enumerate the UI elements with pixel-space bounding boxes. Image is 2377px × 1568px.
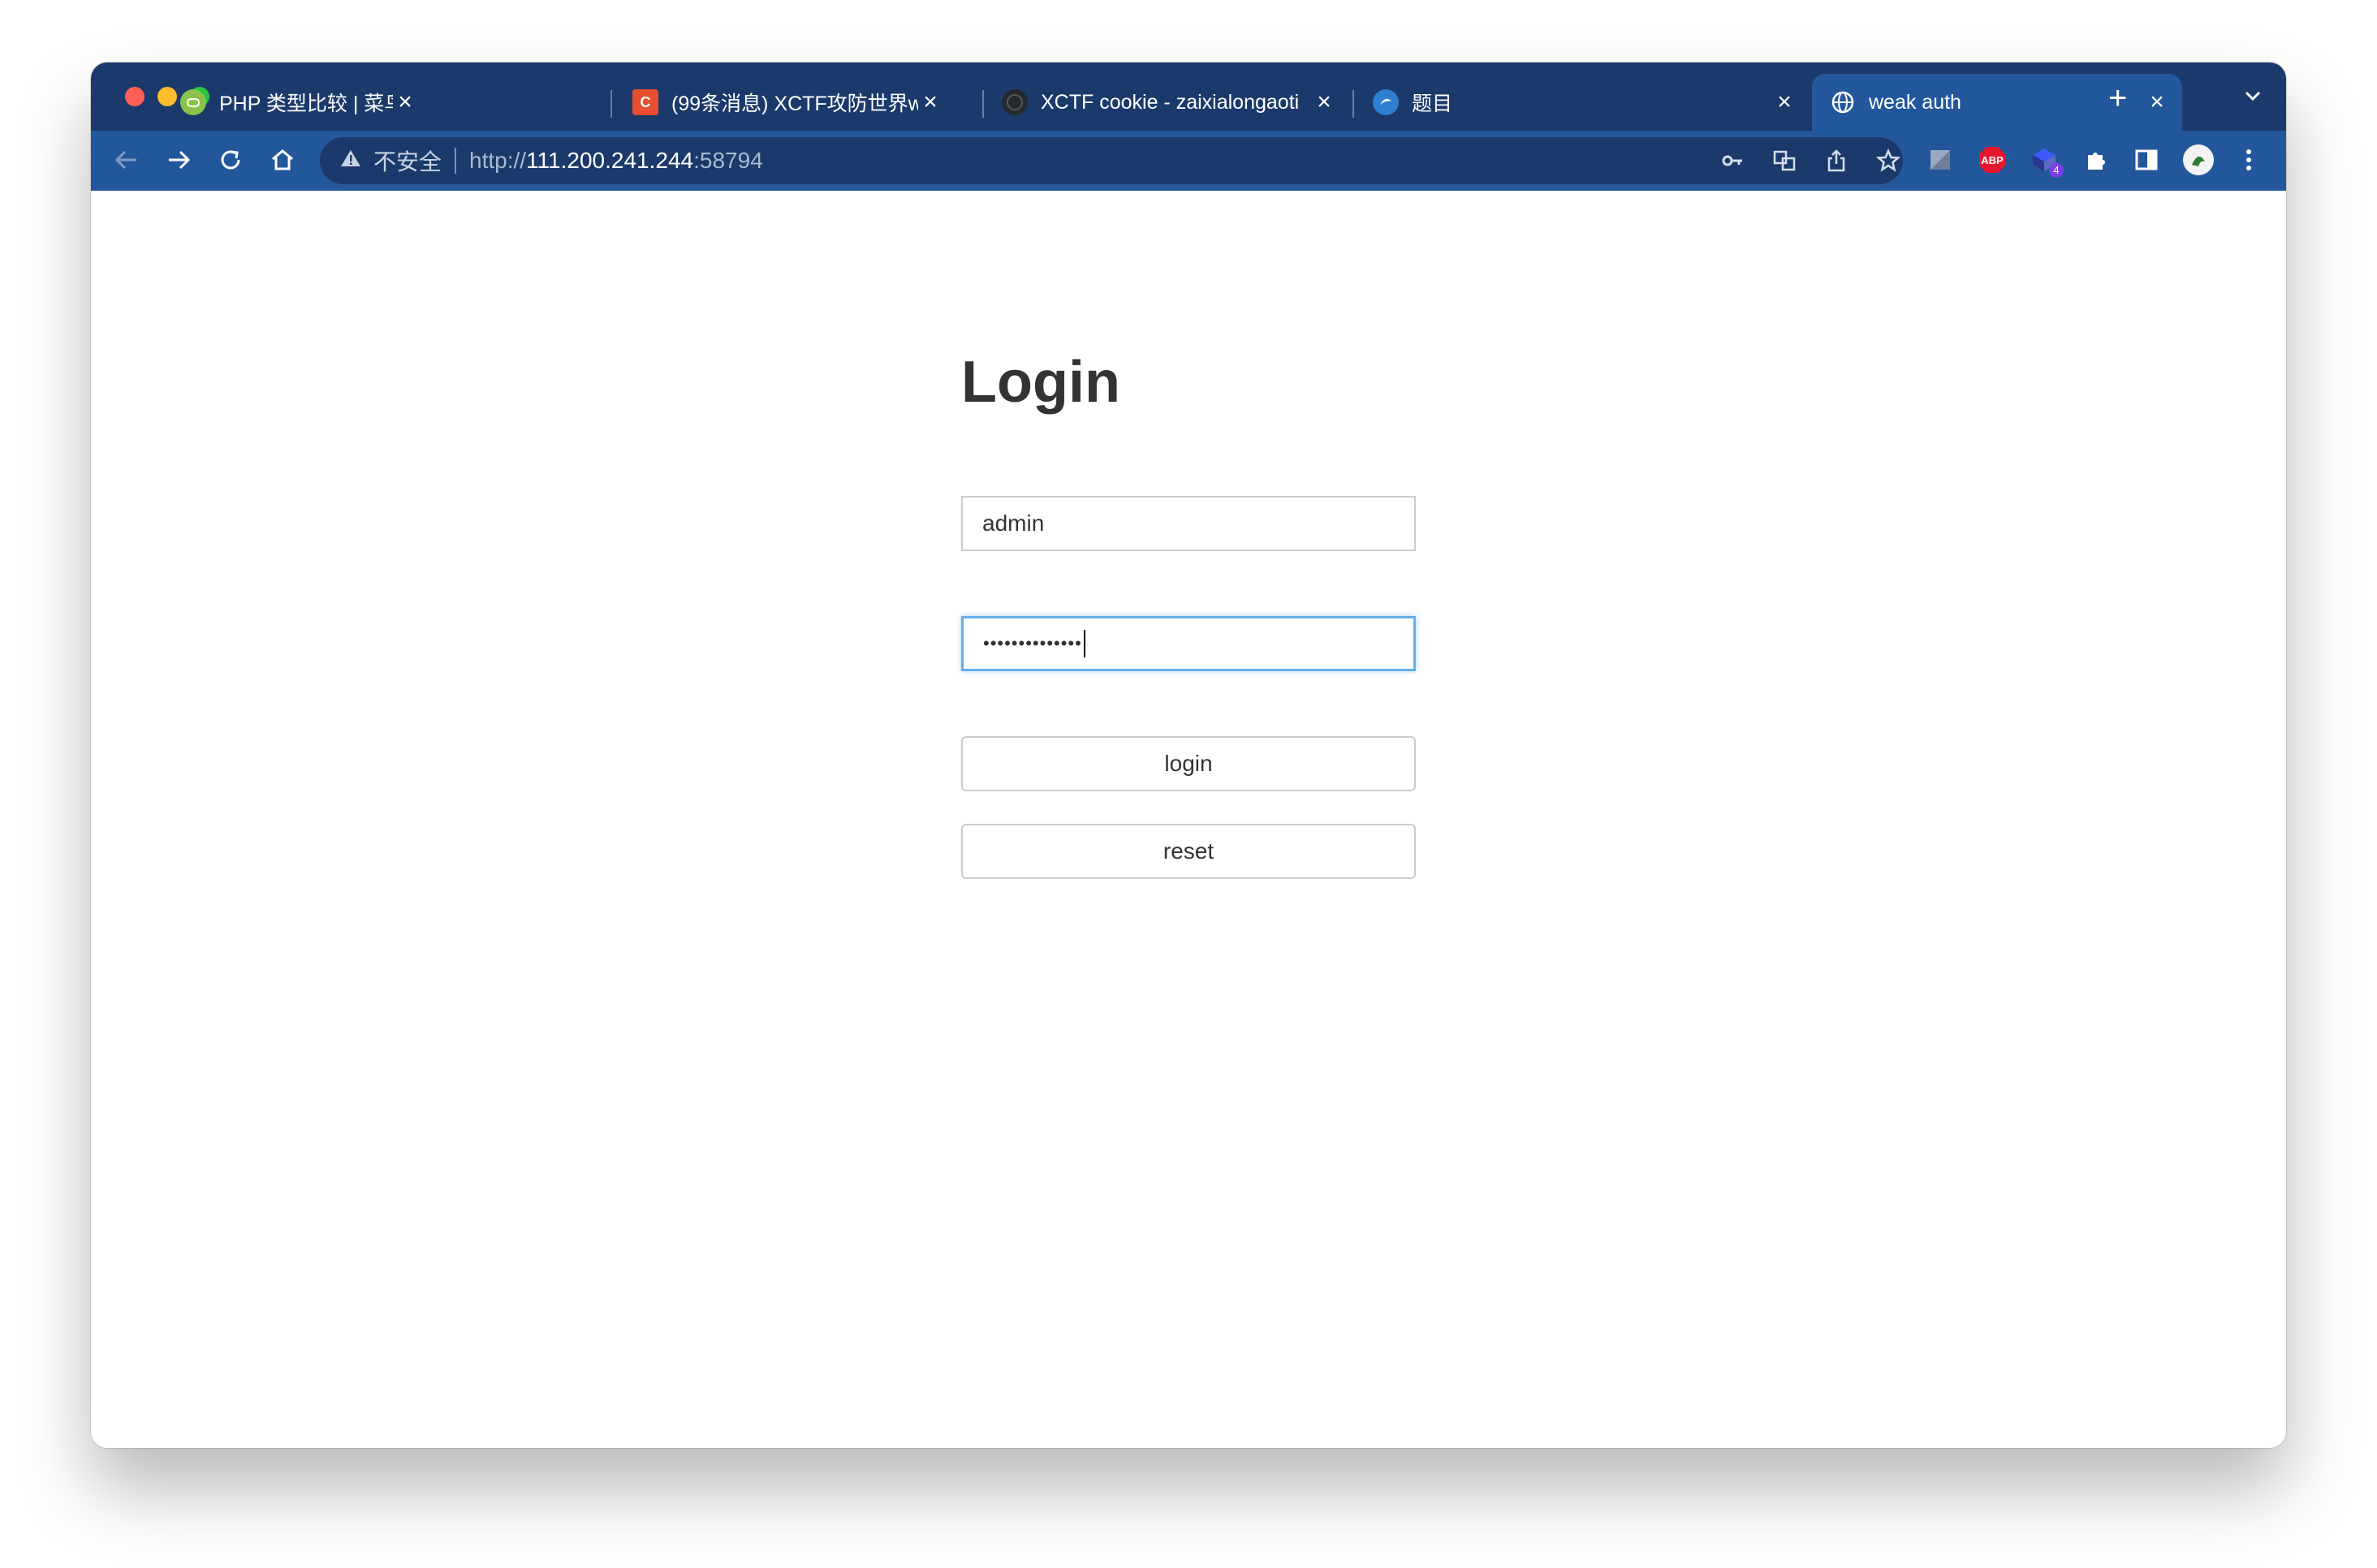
close-icon[interactable]: × bbox=[393, 88, 417, 116]
tab-divider bbox=[610, 90, 612, 118]
profile-avatar[interactable] bbox=[2181, 142, 2216, 178]
page-title: Login bbox=[961, 350, 1120, 415]
text-caret bbox=[1083, 630, 1085, 657]
browser-window: PHP 类型比较 | 菜鸟教程 × C (99条消息) XCTF攻防世界wel … bbox=[91, 62, 2286, 1448]
reload-icon[interactable] bbox=[213, 142, 248, 178]
key-icon[interactable] bbox=[1715, 137, 1750, 184]
extension-cube-icon[interactable]: 4 bbox=[2026, 142, 2064, 178]
tab-xctf[interactable]: 题目 × bbox=[1355, 74, 1810, 131]
tab-search-chevron-icon[interactable] bbox=[2242, 85, 2263, 112]
xctf-icon bbox=[1373, 89, 1399, 115]
page-content: Login admin •••••••••••••• login reset bbox=[91, 191, 2286, 1448]
tab-divider bbox=[1352, 90, 1354, 118]
forward-arrow-icon[interactable] bbox=[161, 142, 196, 178]
close-icon[interactable]: × bbox=[1312, 88, 1336, 116]
tab-runoob[interactable]: PHP 类型比较 | 菜鸟教程 × bbox=[162, 74, 430, 131]
tab-csdn[interactable]: C (99条消息) XCTF攻防世界wel × bbox=[615, 74, 956, 131]
close-window-button[interactable] bbox=[125, 87, 145, 106]
password-value: •••••••••••••• bbox=[983, 633, 1082, 653]
tab-title: PHP 类型比较 | 菜鸟教程 bbox=[219, 93, 393, 115]
url-port: :58794 bbox=[693, 148, 763, 173]
login-button[interactable]: login bbox=[961, 736, 1416, 791]
tab-github[interactable]: XCTF cookie - zaixialongaoti × bbox=[984, 74, 1349, 131]
globe-icon bbox=[1830, 89, 1856, 115]
github-icon bbox=[1002, 89, 1028, 115]
reset-button[interactable]: reset bbox=[961, 824, 1416, 879]
tab-title: XCTF cookie - zaixialongaoti bbox=[1041, 90, 1300, 114]
username-value: admin bbox=[982, 510, 1045, 536]
adblock-plus-icon[interactable]: ABP bbox=[1974, 142, 2010, 178]
abp-label: ABP bbox=[1981, 153, 2004, 166]
side-panel-icon[interactable] bbox=[2129, 142, 2164, 178]
home-icon[interactable] bbox=[265, 142, 300, 178]
share-icon[interactable] bbox=[1818, 137, 1854, 184]
username-input[interactable]: admin bbox=[961, 496, 1416, 551]
address-divider bbox=[455, 148, 457, 174]
security-label[interactable]: 不安全 bbox=[373, 144, 442, 177]
url-host: 111.200.241.244 bbox=[526, 148, 694, 173]
puzzle-extensions-icon[interactable] bbox=[2078, 142, 2114, 178]
url-scheme: http:// bbox=[469, 148, 527, 173]
password-input[interactable]: •••••••••••••• bbox=[961, 616, 1416, 671]
more-menu-icon[interactable] bbox=[2231, 142, 2267, 178]
extension-square-icon[interactable] bbox=[1922, 142, 1958, 178]
csdn-icon: C bbox=[632, 89, 658, 115]
browser-toolbar: 不安全 http:// 111.200.241.244 :58794 ABP 4 bbox=[91, 131, 2286, 191]
extension-badge: 4 bbox=[2049, 163, 2064, 178]
back-arrow-icon[interactable] bbox=[109, 142, 145, 178]
tab-strip: PHP 类型比较 | 菜鸟教程 × C (99条消息) XCTF攻防世界wel … bbox=[91, 62, 2286, 131]
bookmark-star-icon[interactable] bbox=[1870, 137, 1906, 184]
address-bar[interactable]: 不安全 http:// 111.200.241.244 :58794 bbox=[320, 137, 1903, 184]
tab-title: 题目 bbox=[1412, 93, 1453, 115]
close-icon[interactable]: × bbox=[918, 88, 943, 116]
close-icon[interactable]: × bbox=[1772, 88, 1797, 116]
close-icon[interactable]: × bbox=[2145, 88, 2169, 116]
tab-title: (99条消息) XCTF攻防世界wel bbox=[671, 93, 918, 115]
translate-icon[interactable] bbox=[1767, 137, 1802, 184]
runoob-icon bbox=[180, 89, 206, 115]
new-tab-button[interactable]: + bbox=[2108, 82, 2127, 114]
warning-icon[interactable] bbox=[338, 149, 364, 174]
tab-title: weak auth bbox=[1869, 90, 1961, 114]
